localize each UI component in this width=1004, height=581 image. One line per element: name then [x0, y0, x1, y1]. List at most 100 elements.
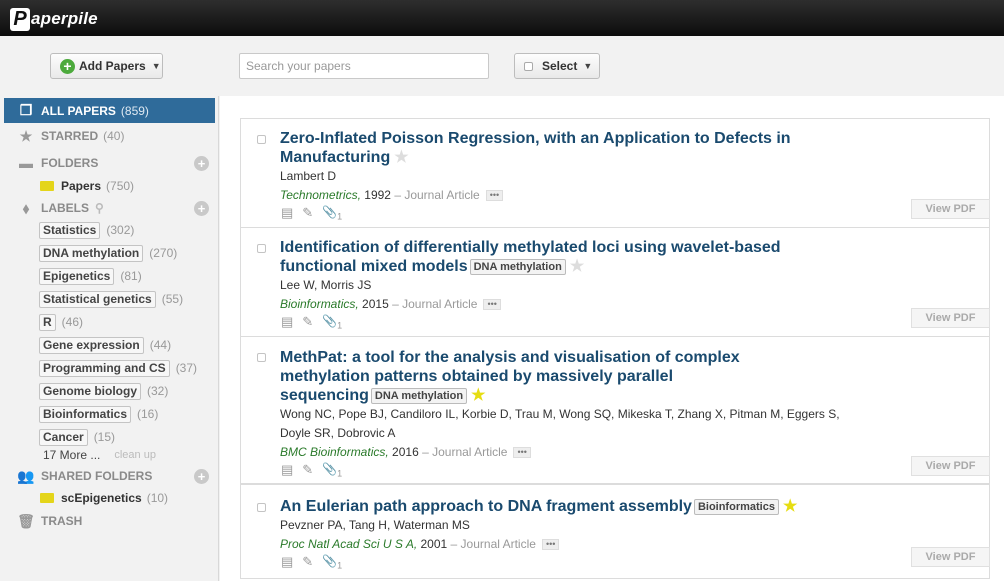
sidebar-item-folder-papers[interactable]: Papers (750) [0, 174, 219, 198]
paper-checkbox[interactable] [257, 503, 266, 512]
sidebar-item-shared-folder[interactable]: scEpigenetics (10) [0, 486, 219, 510]
add-folder-icon[interactable]: + [194, 155, 209, 171]
sidebar-label-item[interactable]: Programming and CS (37) [0, 356, 219, 380]
select-button[interactable]: Select ▼ [514, 53, 600, 79]
attachment-icon[interactable]: 📎1 [322, 462, 342, 478]
trash-label: TRASH [41, 514, 83, 528]
journal-name: Bioinformatics, [280, 297, 359, 311]
trash-icon: 🗑 [17, 512, 35, 529]
shared-folder-label: scEpigenetics [61, 491, 142, 505]
paper-authors: Wong NC, Pope BJ, Candiloro IL, Korbie D… [280, 407, 840, 440]
sidebar: ❐ ALL PAPERS (859) ★ STARRED (40) ▬ FOLD… [0, 96, 219, 581]
sidebar-label-item[interactable]: Statistics (302) [0, 218, 219, 242]
sidebar-item-shared-folders[interactable]: 👥 SHARED FOLDERS + [0, 464, 219, 488]
paper-title[interactable]: Zero-Inflated Poisson Regression, with a… [280, 129, 820, 167]
starred-count: (40) [103, 129, 125, 143]
label-tag: Bioinformatics [39, 405, 132, 423]
more-icon[interactable]: ••• [483, 299, 501, 311]
sidebar-label-item[interactable]: DNA methylation (270) [0, 241, 219, 265]
pencil-icon[interactable]: ✎ [302, 205, 313, 221]
clean-up-link[interactable]: clean up [114, 449, 156, 461]
all-papers-label: ALL PAPERS [41, 103, 116, 118]
paper-journal-line: Bioinformatics, 2015 – Journal Article ••… [280, 297, 501, 311]
sidebar-item-folders[interactable]: ▬ FOLDERS + [0, 151, 219, 175]
search-icon[interactable]: ⚲ [95, 201, 104, 215]
all-papers-count: (859) [120, 103, 149, 118]
label-tag: Statistical genetics [39, 290, 156, 308]
sidebar-label-item[interactable]: Bioinformatics (16) [0, 402, 219, 426]
star-icon[interactable]: ★ [471, 387, 485, 404]
attachment-icon[interactable]: 📎1 [322, 554, 342, 570]
logo-mark: P [10, 7, 30, 31]
label-tag: Epigenetics [39, 267, 115, 285]
label-count: (37) [175, 361, 198, 375]
star-icon[interactable]: ★ [783, 498, 797, 515]
attachment-count: 1 [337, 320, 343, 331]
view-pdf-button[interactable]: View PDF [911, 547, 990, 567]
label-count: (270) [149, 246, 178, 260]
starred-label: STARRED [41, 129, 99, 143]
paper-year: 1992 [364, 188, 391, 202]
sidebar-label-item[interactable]: Statistical genetics (55) [0, 287, 219, 311]
paper-title-text: An Eulerian path approach to DNA fragmen… [280, 498, 692, 515]
sidebar-label-item[interactable]: R (46) [0, 310, 219, 334]
pencil-icon[interactable]: ✎ [302, 554, 313, 570]
notes-icon[interactable]: ▤ [281, 205, 293, 221]
add-label-icon[interactable]: + [194, 200, 209, 216]
sidebar-item-labels[interactable]: ⬧ LABELS ⚲ + [0, 196, 219, 220]
attachment-icon[interactable]: 📎1 [322, 205, 342, 221]
paper-card[interactable]: Identification of differentially methyla… [240, 227, 990, 337]
label-count: (32) [147, 384, 169, 398]
paper-label-tag[interactable]: DNA methylation [370, 387, 468, 404]
sidebar-item-starred[interactable]: ★ STARRED (40) [0, 124, 219, 148]
checkbox-icon [524, 61, 533, 71]
paper-card[interactable]: An Eulerian path approach to DNA fragmen… [240, 484, 990, 579]
paper-title[interactable]: Identification of differentially methyla… [280, 238, 820, 276]
add-papers-button[interactable]: + Add Papers ▼ [50, 53, 163, 79]
sidebar-label-item[interactable]: Gene expression (44) [0, 333, 219, 357]
paper-title[interactable]: An Eulerian path approach to DNA fragmen… [280, 497, 880, 516]
caret-down-icon: ▼ [151, 61, 161, 71]
notes-icon[interactable]: ▤ [281, 314, 293, 330]
view-pdf-button[interactable]: View PDF [911, 308, 990, 328]
paper-label-tag[interactable]: DNA methylation [469, 258, 566, 275]
pencil-icon[interactable]: ✎ [302, 462, 313, 478]
paper-checkbox[interactable] [257, 353, 266, 362]
search-input[interactable] [239, 53, 489, 79]
sidebar-item-trash[interactable]: 🗑 TRASH [0, 509, 219, 533]
attachment-count: 1 [337, 468, 343, 479]
more-icon[interactable]: ••• [541, 539, 560, 551]
paper-card[interactable]: MethPat: a tool for the analysis and vis… [240, 336, 990, 484]
paper-card[interactable]: Zero-Inflated Poisson Regression, with a… [240, 118, 990, 228]
more-icon[interactable]: ••• [485, 190, 504, 202]
sidebar-label-item[interactable]: Genome biology (32) [0, 379, 219, 403]
sidebar-item-all-papers[interactable]: ❐ ALL PAPERS (859) [4, 98, 215, 123]
paper-type: – Journal Article [450, 537, 536, 551]
add-shared-folder-icon[interactable]: + [194, 468, 209, 484]
more-icon[interactable]: ••• [513, 447, 531, 459]
sidebar-label-item[interactable]: Epigenetics (81) [0, 264, 219, 288]
notes-icon[interactable]: ▤ [281, 554, 293, 570]
paper-checkbox[interactable] [257, 244, 266, 253]
paper-title[interactable]: MethPat: a tool for the analysis and vis… [280, 348, 760, 405]
pencil-icon[interactable]: ✎ [302, 314, 313, 330]
paper-label-tag[interactable]: Bioinformatics [693, 498, 779, 515]
paper-type: – Journal Article [394, 188, 480, 202]
shared-folder-count: (10) [146, 491, 169, 505]
more-labels-link[interactable]: 17 More ... [43, 448, 100, 462]
view-pdf-button[interactable]: View PDF [911, 456, 990, 476]
paper-actions: ▤ ✎ 📎1 [281, 205, 342, 221]
star-icon[interactable]: ★ [394, 149, 408, 166]
shared-folders-label: SHARED FOLDERS [41, 469, 153, 483]
paperpile-logo[interactable]: P aperpile [10, 7, 98, 31]
attachment-icon[interactable]: 📎1 [322, 314, 342, 330]
view-pdf-button[interactable]: View PDF [911, 199, 990, 219]
label-count: (81) [120, 269, 142, 283]
notes-icon[interactable]: ▤ [281, 462, 293, 478]
paper-checkbox[interactable] [257, 135, 266, 144]
add-papers-label: Add Papers [79, 59, 146, 73]
users-icon: 👥 [17, 467, 35, 484]
journal-name: Proc Natl Acad Sci U S A, [280, 537, 418, 551]
paper-actions: ▤ ✎ 📎1 [281, 554, 342, 570]
star-icon[interactable]: ★ [570, 258, 584, 275]
